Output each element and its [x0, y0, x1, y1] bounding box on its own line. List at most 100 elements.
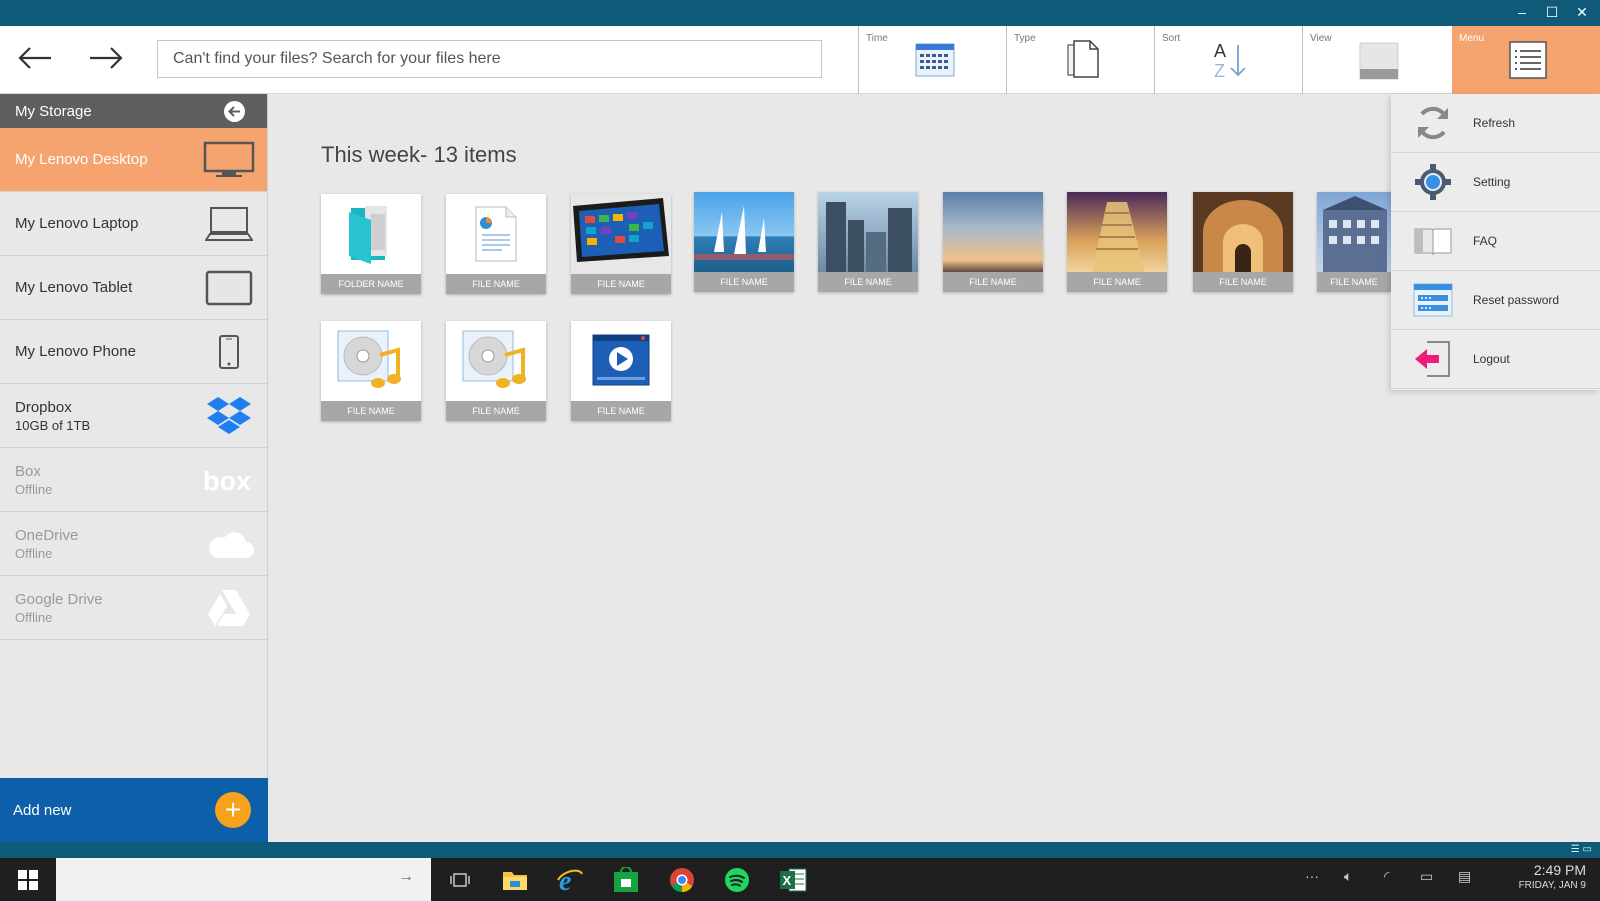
photo-thumbnail	[1323, 196, 1387, 272]
maximize-button[interactable]: ☐	[1544, 3, 1560, 21]
time-filter-button[interactable]: Time	[858, 26, 1006, 94]
file-tile-video[interactable]: FILE NAME	[571, 321, 671, 421]
file-tile-folder[interactable]: FOLDER NAME	[321, 194, 421, 294]
file-caption: FILE NAME	[571, 274, 671, 294]
taskbar-clock[interactable]: 2:49 PM FRIDAY, JAN 9	[1519, 862, 1586, 891]
svg-text:X: X	[783, 873, 792, 888]
sidebar-item-label: Dropbox	[15, 398, 72, 416]
network-icon[interactable]: ◜	[1384, 868, 1389, 885]
sidebar-item-box[interactable]: Box Offline box	[0, 448, 267, 512]
dropbox-icon	[207, 396, 251, 434]
minimize-button[interactable]: –	[1514, 3, 1530, 21]
file-tile-image[interactable]: FILE NAME	[943, 192, 1043, 292]
file-tile-image[interactable]: FILE NAME	[571, 194, 671, 294]
menu-item-reset-password[interactable]: Reset password	[1391, 271, 1600, 330]
file-caption: FILE NAME	[446, 401, 546, 421]
spotify-icon	[725, 868, 749, 892]
action-center-icon[interactable]: ▤	[1458, 868, 1471, 885]
connection-status: Offline	[15, 545, 53, 561]
music-file-icon	[462, 330, 526, 388]
file-explorer-button[interactable]	[499, 864, 531, 896]
refresh-icon	[1418, 106, 1448, 140]
file-tile-image[interactable]: FILE NAME	[818, 192, 918, 292]
search-input[interactable]	[157, 40, 822, 78]
sidebar-item-label: OneDrive	[15, 526, 79, 544]
file-caption: FILE NAME	[1193, 272, 1293, 292]
box-icon: box	[203, 466, 251, 495]
forward-button[interactable]	[86, 40, 126, 76]
file-caption: FILE NAME	[321, 401, 421, 421]
close-button[interactable]: ✕	[1574, 3, 1590, 21]
store-button[interactable]	[610, 864, 642, 896]
list-icon	[1509, 41, 1547, 79]
menu-item-logout[interactable]: Logout	[1391, 330, 1600, 389]
photo-thumbnail	[694, 206, 794, 260]
cloud-icon	[209, 531, 254, 558]
file-tile-image[interactable]: FILE NAME	[1317, 192, 1391, 292]
sidebar-item-onedrive[interactable]: OneDrive Offline	[0, 512, 267, 576]
sidebar-collapse-button[interactable]	[224, 100, 245, 122]
menu-item-setting[interactable]: Setting	[1391, 153, 1600, 212]
add-new-label: Add new	[13, 801, 72, 819]
add-new-button[interactable]: Add new +	[0, 778, 268, 842]
internet-explorer-button[interactable]: e	[554, 864, 586, 896]
chrome-button[interactable]	[666, 864, 698, 896]
volume-icon[interactable]: 🔈︎	[1344, 868, 1352, 885]
taskbar: → e X ··· 🔈︎ ◜ ▭ ▤ 2:49 PM FRIDAY, JAN 9	[0, 858, 1600, 901]
battery-icon[interactable]: ▭	[1420, 868, 1433, 885]
arrow-right-icon: →	[398, 868, 414, 885]
file-caption: FILE NAME	[818, 272, 918, 292]
svg-text:e: e	[559, 866, 571, 894]
sidebar-item-dropbox[interactable]: Dropbox 10GB of 1TB	[0, 384, 267, 448]
type-filter-button[interactable]: Type	[1006, 26, 1154, 94]
excel-button[interactable]: X	[777, 864, 809, 896]
arrow-left-icon	[18, 47, 51, 69]
sidebar-item-tablet[interactable]: My Lenovo Tablet	[0, 256, 267, 320]
task-view-button[interactable]	[444, 864, 476, 896]
menu-item-label: Refresh	[1473, 116, 1516, 130]
photo-thumbnail	[1203, 200, 1283, 272]
section-title: This week- 13 items	[321, 142, 517, 167]
menu-item-faq[interactable]: FAQ	[1391, 212, 1600, 271]
spotify-button[interactable]	[721, 864, 753, 896]
file-tile-image[interactable]: FILE NAME	[1193, 192, 1293, 292]
sort-button[interactable]: Sort A Z	[1154, 26, 1302, 94]
app-status-strip: ☰ ▭	[0, 842, 1600, 858]
sidebar-item-phone[interactable]: My Lenovo Phone	[0, 320, 267, 384]
sidebar-item-label: My Lenovo Desktop	[15, 151, 148, 168]
file-caption: FILE NAME	[1317, 272, 1391, 292]
start-button[interactable]	[0, 858, 56, 901]
tablet-photo-thumbnail	[571, 194, 671, 274]
sidebar-item-desktop[interactable]: My Lenovo Desktop	[0, 128, 267, 192]
excel-icon: X	[780, 868, 807, 892]
view-toggle-icon[interactable]: ☰ ▭	[1571, 844, 1592, 855]
phone-icon	[219, 334, 239, 369]
file-tile-image[interactable]: FILE NAME	[1067, 192, 1167, 292]
google-drive-icon	[208, 589, 250, 626]
menu-button[interactable]: Menu	[1452, 26, 1600, 94]
taskbar-search-box[interactable]	[56, 858, 431, 901]
show-hidden-icons-button[interactable]: ···	[1305, 868, 1319, 884]
file-tile-image[interactable]: FILE NAME	[694, 192, 794, 292]
file-tile-document[interactable]: FILE NAME	[446, 194, 546, 294]
menu-item-label: Reset password	[1473, 293, 1560, 307]
menu-item-refresh[interactable]: Refresh	[1391, 94, 1600, 153]
file-caption: FOLDER NAME	[321, 274, 421, 294]
file-caption: FILE NAME	[571, 401, 671, 421]
sidebar-item-laptop[interactable]: My Lenovo Laptop	[0, 192, 267, 256]
sidebar-item-label: My Lenovo Tablet	[15, 279, 133, 296]
view-button[interactable]: View	[1302, 26, 1450, 94]
windows-logo-icon	[18, 869, 38, 890]
menu-item-label: Setting	[1473, 175, 1511, 189]
sidebar-item-google-drive[interactable]: Google Drive Offline	[0, 576, 267, 640]
type-label: Type	[1014, 33, 1036, 44]
connection-status: Offline	[15, 609, 53, 625]
calendar-icon	[915, 43, 955, 77]
menu-label: Menu	[1459, 33, 1485, 44]
plus-icon: +	[215, 792, 251, 828]
task-view-icon	[450, 873, 470, 887]
file-caption: FILE NAME	[446, 274, 546, 294]
file-tile-music[interactable]: FILE NAME	[446, 321, 546, 421]
file-tile-music[interactable]: FILE NAME	[321, 321, 421, 421]
back-button[interactable]	[15, 40, 55, 76]
